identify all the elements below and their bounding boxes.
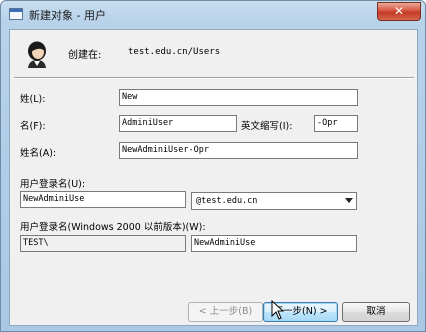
first-name-field[interactable]: AdminiUser bbox=[119, 115, 237, 132]
logon-name-label: 用户登录名(U): bbox=[20, 179, 86, 190]
last-name-field[interactable]: New bbox=[119, 89, 358, 106]
full-name-label: 姓名(A): bbox=[20, 148, 57, 159]
logon-name-field[interactable]: NewAdminiUse bbox=[20, 191, 186, 208]
user-avatar-icon bbox=[28, 41, 46, 68]
back-button[interactable]: < 上一步(B) bbox=[188, 302, 263, 322]
dialog-window: 新建对象 - 用户 ✕ 创建在: test.edu.cn/Users 姓(L):… bbox=[0, 0, 426, 332]
mouse-pointer-icon bbox=[271, 300, 285, 320]
created-in-label: 创建在: bbox=[68, 50, 102, 61]
cancel-button[interactable]: 取消 bbox=[342, 302, 410, 322]
close-button[interactable]: ✕ bbox=[377, 2, 421, 21]
initials-field[interactable]: -Opr bbox=[314, 115, 358, 132]
initials-label: 英文缩写(I): bbox=[241, 121, 293, 132]
header-separator bbox=[14, 77, 414, 79]
window-title: 新建对象 - 用户 bbox=[29, 9, 106, 22]
window-app-icon bbox=[9, 8, 23, 20]
last-name-label: 姓(L): bbox=[20, 94, 46, 105]
domain-suffix-value: @test.edu.cn bbox=[196, 196, 258, 206]
pre2000-logon-label: 用户登录名(Windows 2000 以前版本)(W): bbox=[20, 222, 206, 233]
chevron-down-icon[interactable] bbox=[345, 198, 353, 203]
pre2000-name-field[interactable]: NewAdminiUse bbox=[191, 235, 357, 252]
pre2000-domain-field: TEST\ bbox=[20, 235, 186, 252]
title-bar[interactable]: 新建对象 - 用户 ✕ bbox=[1, 1, 425, 29]
full-name-field[interactable]: NewAdminiUser-Opr bbox=[119, 142, 358, 159]
dialog-content: 创建在: test.edu.cn/Users 姓(L): New 名(F): A… bbox=[9, 29, 418, 326]
created-in-path: test.edu.cn/Users bbox=[128, 47, 221, 57]
first-name-label: 名(F): bbox=[20, 121, 46, 132]
domain-suffix-select[interactable]: @test.edu.cn bbox=[191, 192, 357, 210]
